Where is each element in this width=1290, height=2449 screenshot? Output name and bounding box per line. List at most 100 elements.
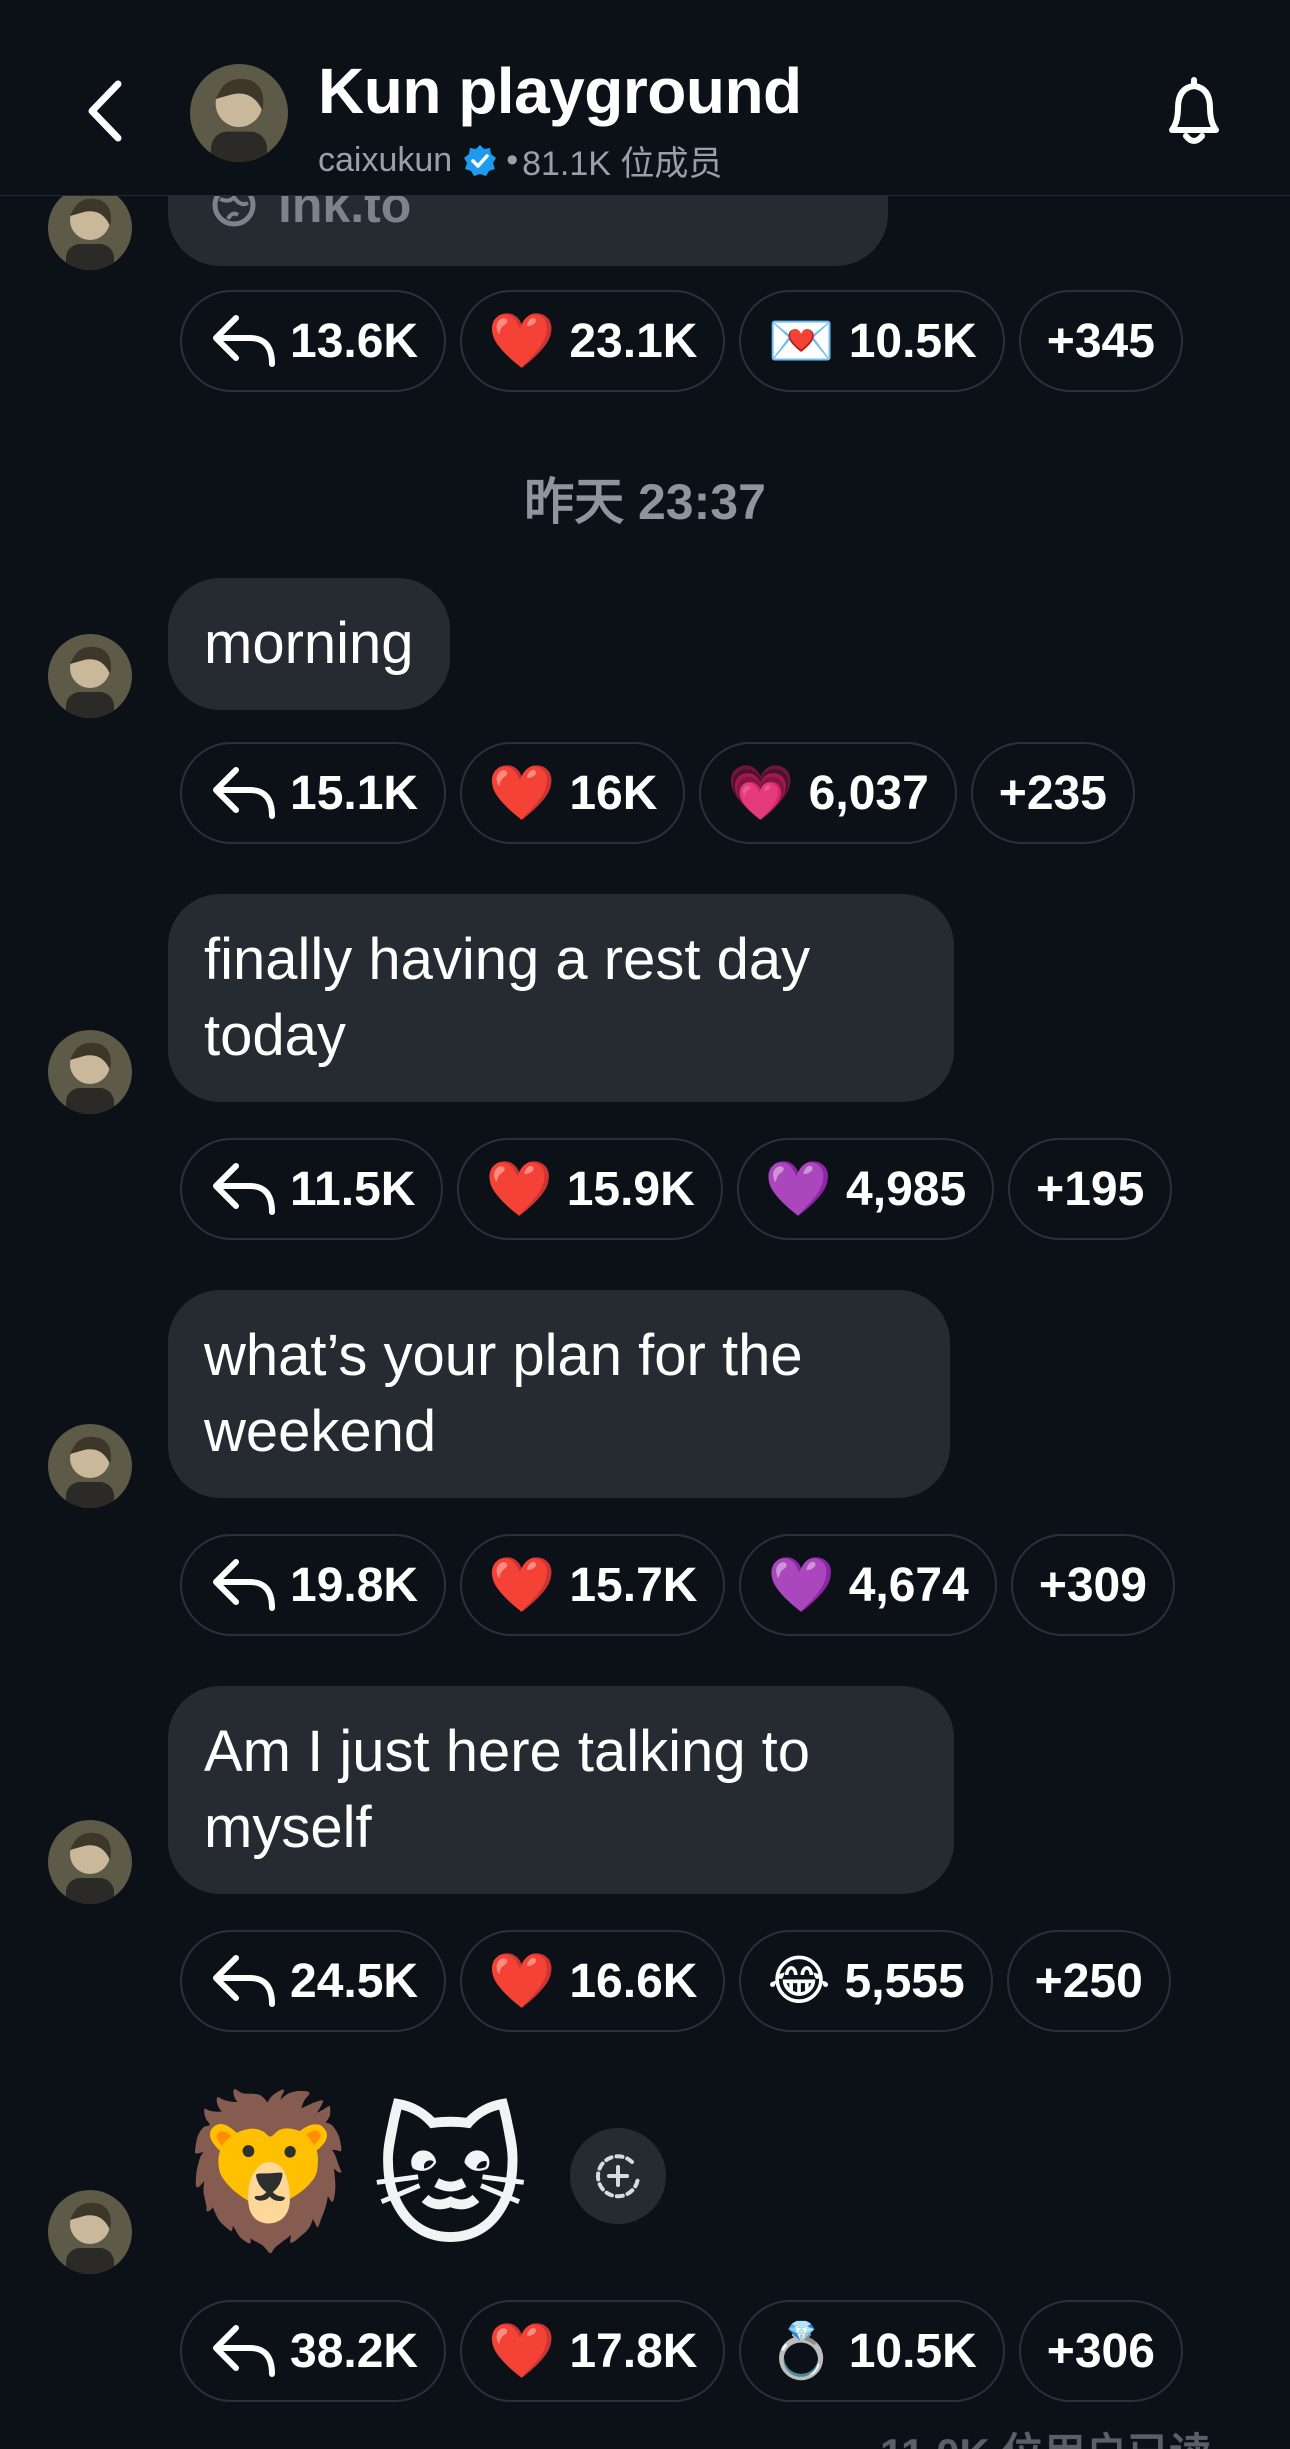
heart-reaction-pill[interactable]: ❤️ 15.7K [460, 1534, 726, 1636]
reply-count: 38.2K [290, 2324, 419, 2378]
reply-arrow-icon [213, 1955, 275, 2007]
reaction-count: 16.6K [569, 1954, 698, 2008]
reply-count-pill[interactable]: 38.2K [180, 2300, 447, 2402]
more-reactions-pill[interactable]: +345 [1018, 290, 1183, 392]
heart-icon: ❤️ [488, 311, 556, 371]
seen-count: 11.0K 位用户已读 [880, 2420, 1211, 2449]
reply-count-pill[interactable]: 13.6K [180, 290, 447, 392]
heart-reaction-pill[interactable]: ❤️ 23.1K [460, 290, 726, 392]
avatar[interactable] [48, 1820, 132, 1904]
reply-count: 11.5K [290, 1162, 416, 1216]
reaction-row: 15.1K ❤️ 16K 💗 6,037 +235 [180, 742, 1135, 844]
avatar[interactable] [48, 186, 132, 270]
ring-reaction-pill[interactable]: 💍 10.5K [739, 2300, 1005, 2402]
add-reaction-icon [596, 2154, 641, 2199]
laughing-reaction-pill[interactable]: 😂 5,555 [739, 1930, 993, 2032]
message-text-line: myself [204, 1795, 372, 1860]
reply-count: 15.1K [290, 766, 419, 820]
more-reactions-count: +235 [998, 766, 1107, 820]
more-reactions-pill[interactable]: +309 [1010, 1534, 1175, 1636]
reply-count: 19.8K [290, 1558, 419, 1612]
reaction-count: 6,037 [808, 766, 929, 820]
more-reactions-pill[interactable]: +250 [1006, 1930, 1171, 2032]
heart-icon: ❤️ [485, 1159, 553, 1219]
lion-sticker[interactable]: 🦁 [176, 2096, 363, 2246]
heart-reaction-pill[interactable]: ❤️ 16.6K [460, 1930, 726, 2032]
message-text: morning [204, 611, 414, 676]
reaction-count: 4,674 [848, 1558, 969, 1612]
reaction-count: 15.7K [569, 1558, 698, 1612]
reply-count-pill[interactable]: 11.5K [180, 1138, 444, 1240]
reply-count: 24.5K [290, 1954, 419, 2008]
reply-count-pill[interactable]: 15.1K [180, 742, 447, 844]
avatar[interactable] [48, 2190, 132, 2274]
sparkling-heart-icon: 💗 [727, 763, 795, 823]
reaction-count: 5,555 [844, 1954, 965, 2008]
channel-screen: ink.to 13.6K ❤️ 23.1K 💌 10.5K +345 昨天 23… [0, 0, 1290, 2449]
message-bubble[interactable]: what’s your plan for the weekend [168, 1290, 950, 1498]
heart-reaction-pill[interactable]: ❤️ 16K [460, 742, 686, 844]
more-reactions-pill[interactable]: +235 [970, 742, 1135, 844]
purple-heart-reaction-pill[interactable]: 💜 4,985 [736, 1138, 995, 1240]
more-reactions-count: +306 [1046, 2324, 1155, 2378]
message-text-line: finally having a rest day [204, 927, 811, 992]
reply-arrow-icon [213, 767, 275, 819]
purple-heart-icon: 💜 [764, 1159, 833, 1219]
heart-reaction-pill[interactable]: ❤️ 15.9K [457, 1138, 723, 1240]
heart-reaction-pill[interactable]: ❤️ 17.8K [460, 2300, 726, 2402]
separator-dot: • [506, 141, 519, 179]
heart-icon: ❤️ [488, 2321, 556, 2381]
reply-arrow-icon [213, 315, 275, 367]
channel-title[interactable]: Kun playground [318, 54, 802, 128]
avatar[interactable] [48, 1424, 132, 1508]
more-reactions-pill[interactable]: +195 [1008, 1138, 1173, 1240]
reaction-count: 10.5K [848, 2324, 977, 2378]
more-reactions-count: +195 [1036, 1162, 1145, 1216]
message-bubble[interactable]: Am I just here talking to myself [168, 1686, 954, 1894]
avatar[interactable] [48, 634, 132, 718]
back-button[interactable] [70, 66, 150, 156]
add-reaction-button[interactable] [570, 2128, 666, 2224]
message-bubble[interactable]: finally having a rest day today [168, 894, 954, 1102]
heart-icon: ❤️ [488, 1951, 556, 2011]
message-text-line: what’s your plan for the [204, 1323, 803, 1388]
love-letter-icon: 💌 [767, 311, 835, 371]
more-reactions-count: +345 [1046, 314, 1155, 368]
message-text-line: today [204, 1003, 346, 1068]
reaction-count: 10.5K [848, 314, 977, 368]
purple-heart-reaction-pill[interactable]: 💜 4,674 [739, 1534, 997, 1636]
timestamp: 昨天 23:37 [524, 474, 766, 530]
more-reactions-count: +309 [1038, 1558, 1147, 1612]
channel-subtitle[interactable]: caixukun • 81.1K 位成员 [318, 136, 722, 185]
reaction-count: 16K [569, 766, 658, 820]
verified-badge-icon [464, 144, 497, 176]
reaction-count: 15.9K [566, 1162, 695, 1216]
reaction-row: 38.2K ❤️ 17.8K 💍 10.5K +306 [180, 2300, 1183, 2402]
channel-handle: caixukun [318, 141, 453, 179]
notifications-button[interactable] [1158, 72, 1230, 152]
more-reactions-pill[interactable]: +306 [1018, 2300, 1183, 2402]
reply-arrow-icon [213, 2325, 275, 2377]
reply-arrow-icon [213, 1559, 275, 1611]
reply-count-pill[interactable]: 19.8K [180, 1534, 447, 1636]
sparkling-heart-reaction-pill[interactable]: 💗 6,037 [699, 742, 957, 844]
message-text-line: weekend [204, 1399, 437, 1464]
reaction-row: 13.6K ❤️ 23.1K 💌 10.5K +345 [180, 290, 1183, 392]
tears-of-joy-icon: 😂 [767, 1951, 831, 2011]
avatar[interactable] [48, 1030, 132, 1114]
love-letter-reaction-pill[interactable]: 💌 10.5K [739, 290, 1005, 392]
ring-icon: 💍 [767, 2321, 835, 2381]
channel-avatar[interactable] [190, 64, 288, 162]
message-bubble[interactable]: morning [168, 578, 450, 710]
cat-sticker[interactable]: 🐱 [372, 2104, 528, 2254]
purple-heart-icon: 💜 [767, 1555, 835, 1615]
more-reactions-count: +250 [1034, 1954, 1143, 2008]
channel-header: Kun playground caixukun • 81.1K 位成员 [0, 0, 1290, 196]
reaction-row: 24.5K ❤️ 16.6K 😂 5,555 +250 [180, 1930, 1171, 2032]
reaction-row: 11.5K ❤️ 15.9K 💜 4,985 +195 [180, 1138, 1173, 1240]
reply-count-pill[interactable]: 24.5K [180, 1930, 447, 2032]
bell-icon [1169, 77, 1219, 144]
reaction-count: 23.1K [569, 314, 698, 368]
reply-arrow-icon [213, 1163, 275, 1215]
reply-count: 13.6K [290, 314, 419, 368]
